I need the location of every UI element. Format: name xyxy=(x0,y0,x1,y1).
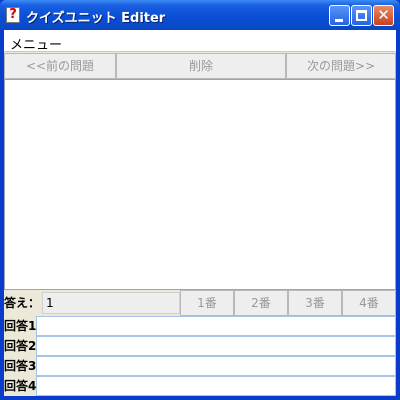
choice-4-input[interactable] xyxy=(36,376,396,396)
choice-row-2: 回答2 xyxy=(4,336,396,356)
choice-1-input[interactable] xyxy=(36,316,396,336)
choice-row-3: 回答3 xyxy=(4,356,396,376)
choice-4-label: 回答4 xyxy=(4,379,37,393)
menu-bar: メニュー xyxy=(4,30,396,53)
answer-2-button[interactable]: 2番 xyxy=(234,290,288,316)
navigation-toolbar: <<前の問題 削除 次の問題>> xyxy=(4,53,396,79)
delete-button[interactable]: 削除 xyxy=(116,53,286,79)
client-area: メニュー <<前の問題 削除 次の問題>> 答え： 1 1番 2番 3番 4番 … xyxy=(4,30,396,396)
choice-row-1: 回答1 xyxy=(4,316,396,336)
minimize-button[interactable] xyxy=(329,5,350,26)
question-mark-icon: ? xyxy=(6,7,20,23)
prev-question-button[interactable]: <<前の問題 xyxy=(4,53,116,79)
answer-3-button[interactable]: 3番 xyxy=(288,290,342,316)
choice-row-4: 回答4 xyxy=(4,376,396,396)
choice-2-input[interactable] xyxy=(36,336,396,356)
maximize-button[interactable] xyxy=(351,5,372,26)
maximize-icon xyxy=(356,10,367,21)
answer-row: 答え： 1 1番 2番 3番 4番 xyxy=(4,290,396,316)
answer-4-button[interactable]: 4番 xyxy=(342,290,396,316)
choice-1-label: 回答1 xyxy=(4,319,37,333)
close-icon: ✕ xyxy=(377,6,390,24)
close-button[interactable]: ✕ xyxy=(373,5,394,26)
title-bar[interactable]: ? クイズユニット Editer ✕ xyxy=(0,0,400,30)
answer-1-button[interactable]: 1番 xyxy=(180,290,234,316)
answer-field: 1 xyxy=(42,292,180,314)
choice-3-input[interactable] xyxy=(36,356,396,376)
question-text-area[interactable] xyxy=(4,79,396,290)
menu-item-menu[interactable]: メニュー xyxy=(10,34,62,53)
choice-2-label: 回答2 xyxy=(4,339,37,353)
window-title: クイズユニット Editer xyxy=(26,11,166,26)
app-window: ? クイズユニット Editer ✕ メニュー <<前の問題 削除 次の問題>>… xyxy=(0,0,400,400)
choice-3-label: 回答3 xyxy=(4,359,37,373)
minimize-icon xyxy=(335,19,343,22)
next-question-button[interactable]: 次の問題>> xyxy=(286,53,396,79)
answer-label: 答え： xyxy=(4,296,41,310)
